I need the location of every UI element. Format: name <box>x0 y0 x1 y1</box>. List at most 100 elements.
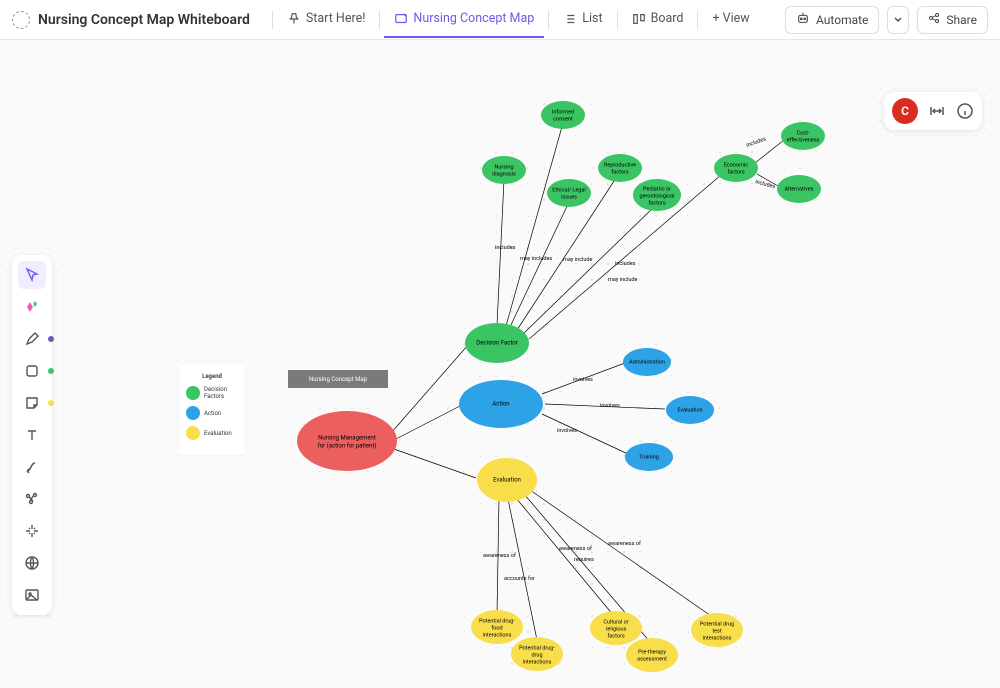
legend-label: Evaluation <box>204 430 232 437</box>
top-header: Nursing Concept Map Whiteboard Start Her… <box>0 0 1000 40</box>
svg-text:may include: may include <box>563 257 592 263</box>
svg-text:Pediatric or: Pediatric or <box>643 186 671 192</box>
space-icon[interactable] <box>12 11 30 29</box>
color-dot <box>48 400 54 406</box>
chevron-down-icon <box>893 15 903 25</box>
tab-label: Board <box>651 11 684 26</box>
legend-title: Legend <box>186 373 238 380</box>
svg-text:Decision Factor: Decision Factor <box>476 340 517 347</box>
legend-panel: Legend Decision Factors Action Evaluatio… <box>180 365 244 454</box>
svg-text:may include: may include <box>608 277 637 283</box>
tab-label: + View <box>712 11 749 26</box>
tool-image[interactable] <box>18 581 46 609</box>
tab-start-here[interactable]: Start Here! <box>277 2 376 38</box>
robot-icon <box>796 11 810 28</box>
list-icon <box>563 12 577 26</box>
svg-text:includes: includes <box>615 261 636 267</box>
canvas-title-box[interactable]: Nursing Concept Map <box>288 370 388 388</box>
svg-text:consent: consent <box>553 116 573 122</box>
svg-text:issues: issues <box>561 194 577 200</box>
svg-text:factors: factors <box>611 168 629 175</box>
svg-text:Informed: Informed <box>552 108 574 115</box>
svg-text:Alternatives: Alternatives <box>784 186 813 192</box>
svg-text:Potential drug: Potential drug <box>700 621 734 627</box>
button-label: Share <box>946 13 977 27</box>
legend-row-decision: Decision Factors <box>186 386 238 400</box>
page-title: Nursing Concept Map Whiteboard <box>38 12 250 28</box>
svg-text:Nursing Management: Nursing Management <box>318 435 376 442</box>
tool-sticky[interactable] <box>18 389 46 417</box>
tool-objects[interactable] <box>18 485 46 513</box>
svg-text:involves: involves <box>600 403 620 409</box>
share-button[interactable]: Share <box>917 6 988 34</box>
svg-text:involves: involves <box>557 428 577 434</box>
tab-list[interactable]: List <box>553 2 612 38</box>
svg-text:Evaluation: Evaluation <box>493 477 521 484</box>
tab-label: Nursing Concept Map <box>413 11 534 26</box>
svg-text:drug: drug <box>531 652 542 658</box>
tool-web[interactable] <box>18 549 46 577</box>
svg-text:assessment: assessment <box>637 656 667 662</box>
svg-text:awareness of: awareness of <box>483 552 516 559</box>
svg-text:food: food <box>491 624 502 631</box>
svg-text:factors: factors <box>727 168 745 175</box>
svg-text:interactions: interactions <box>483 632 512 638</box>
svg-text:awareness of: awareness of <box>608 540 641 547</box>
svg-text:for (action for patient): for (action for patient) <box>318 443 377 450</box>
svg-text:Economic: Economic <box>724 162 748 168</box>
svg-text:involves: involves <box>573 377 593 383</box>
svg-text:interactions: interactions <box>703 635 732 641</box>
automate-dropdown[interactable] <box>887 6 909 34</box>
svg-text:Potential drug-: Potential drug- <box>479 618 515 624</box>
info-icon[interactable] <box>956 102 974 120</box>
svg-text:Evaluation: Evaluation <box>677 407 702 413</box>
color-dot <box>48 336 54 342</box>
concept-map-graph: includes may includes may include includ… <box>0 40 1000 688</box>
tab-label: Start Here! <box>306 11 366 26</box>
pin-icon <box>287 12 301 26</box>
fit-width-icon[interactable] <box>928 102 946 120</box>
svg-text:accounts for: accounts for <box>504 575 535 582</box>
svg-text:interactions: interactions <box>523 659 552 665</box>
svg-text:requires: requires <box>574 557 594 563</box>
svg-text:Training: Training <box>639 454 659 460</box>
legend-row-action: Action <box>186 406 238 420</box>
tool-select[interactable] <box>18 261 46 289</box>
tool-connector[interactable] <box>18 453 46 481</box>
color-dot <box>48 368 54 374</box>
whiteboard-toolbar <box>12 255 52 615</box>
tab-add-view[interactable]: + View <box>702 2 759 38</box>
tool-sparkle[interactable] <box>18 517 46 545</box>
whiteboard-icon <box>394 12 408 26</box>
tool-pen[interactable] <box>18 325 46 353</box>
svg-text:effectiveness: effectiveness <box>787 136 820 143</box>
svg-text:test: test <box>712 628 722 634</box>
avatar[interactable]: C <box>892 98 918 124</box>
svg-text:Nursing: Nursing <box>494 164 513 170</box>
tool-text[interactable] <box>18 421 46 449</box>
tool-ai[interactable] <box>18 293 46 321</box>
svg-text:religious: religious <box>606 626 627 632</box>
svg-text:gerontological: gerontological <box>640 193 675 199</box>
tab-board[interactable]: Board <box>622 2 694 38</box>
whiteboard-canvas[interactable]: C <box>0 40 1000 688</box>
svg-text:factors: factors <box>648 199 666 206</box>
share-icon <box>928 12 940 27</box>
svg-text:diagnosis: diagnosis <box>492 171 516 177</box>
svg-text:Pre-therapy: Pre-therapy <box>638 649 666 655</box>
view-tabs: Start Here! Nursing Concept Map List Boa… <box>270 2 775 38</box>
legend-label: Decision Factors <box>204 386 238 400</box>
svg-text:may includes: may includes <box>520 256 552 262</box>
svg-text:Administration: Administration <box>629 359 665 365</box>
svg-text:Reproductive: Reproductive <box>604 162 636 168</box>
svg-text:includes: includes <box>754 179 775 190</box>
tab-concept-map[interactable]: Nursing Concept Map <box>384 2 544 38</box>
svg-text:factors: factors <box>607 632 625 639</box>
svg-text:Ethical/ Legal: Ethical/ Legal <box>552 187 585 193</box>
tool-shape[interactable] <box>18 357 46 385</box>
svg-text:Potential drug-: Potential drug- <box>519 645 555 651</box>
svg-text:includes: includes <box>495 245 516 251</box>
legend-label: Action <box>204 410 221 417</box>
collab-bar: C <box>884 92 982 130</box>
automate-button[interactable]: Automate <box>785 6 879 34</box>
